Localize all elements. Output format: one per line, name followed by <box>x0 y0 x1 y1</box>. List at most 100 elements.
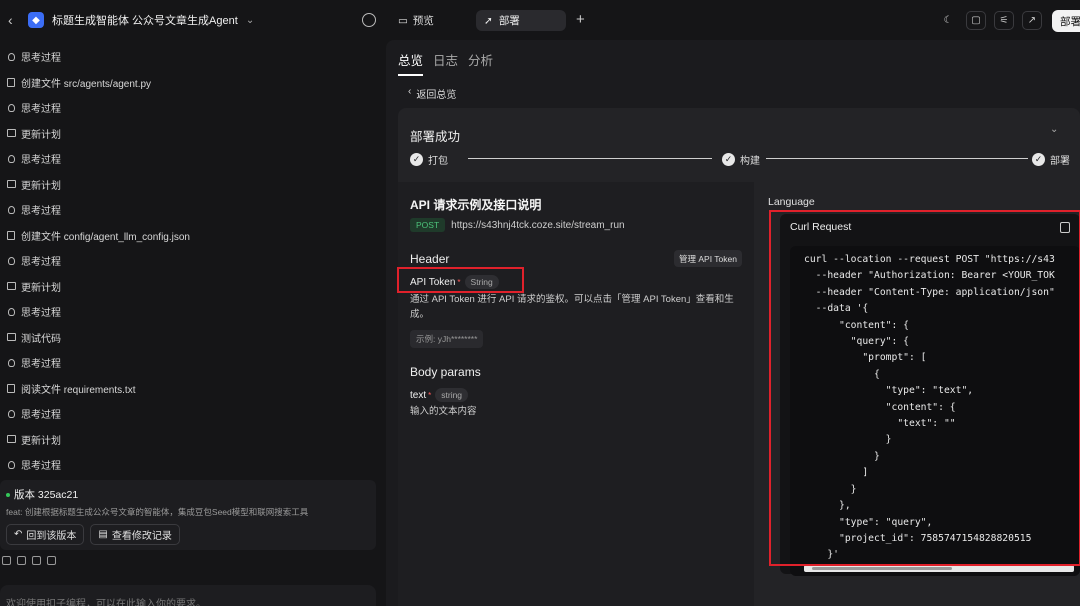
view-changes-button[interactable]: ▤ 查看修改记录 <box>90 524 180 545</box>
tab-overview[interactable]: 总览 <box>398 50 424 76</box>
open-external-icon[interactable]: ↗ <box>1022 11 1042 30</box>
theme-moon-icon[interactable]: ☾ <box>938 11 958 30</box>
chat-input[interactable]: 欢迎使用扣子编程，可以在此输入你的要求。 <box>0 585 376 606</box>
step-item[interactable]: 思考过程 <box>6 95 376 121</box>
version-card: 版本 325ac21 feat: 创建根据标题生成公众号文章的智能体，集成豆包S… <box>0 480 376 550</box>
scrollbar-thumb[interactable] <box>812 567 952 570</box>
rocket-icon: ➚ <box>484 14 493 27</box>
lightbulb-icon <box>6 256 16 266</box>
step-item[interactable]: 创建文件 src/agents/agent.py <box>6 70 376 96</box>
language-label: Language <box>768 196 815 208</box>
check-circle-icon: ✓ <box>1032 153 1045 166</box>
lightbulb-icon <box>6 205 16 215</box>
terminal-icon <box>6 332 16 342</box>
refresh-icon[interactable] <box>47 556 56 565</box>
step-label: 更新计划 <box>21 435 61 447</box>
back-arrow-icon[interactable]: ‹ <box>8 12 20 28</box>
back-to-overview-label: 返回总览 <box>416 90 457 101</box>
copy-icon[interactable] <box>32 556 41 565</box>
endpoint-row: POST https://s43hnj4tck.coze.site/stream… <box>410 218 625 232</box>
status-dot <box>6 492 10 497</box>
tab-deploy-label: 部署 <box>498 15 520 27</box>
progress-step-label: 构建 <box>740 156 760 167</box>
step-item[interactable]: 更新计划 <box>6 427 376 453</box>
agent-avatar-icon: ◆ <box>28 12 44 28</box>
manage-api-token-button[interactable]: 管理 API Token <box>674 250 742 267</box>
endpoint-url[interactable]: https://s43hnj4tck.coze.site/stream_run <box>451 220 624 231</box>
param-name: text <box>410 389 427 401</box>
add-tab-icon[interactable]: + <box>576 11 585 28</box>
lightbulb-icon <box>6 52 16 62</box>
rollback-label: 回到该版本 <box>26 531 77 542</box>
progress-step-label: 部署 <box>1050 156 1070 167</box>
step-item[interactable]: 思考过程 <box>6 401 376 427</box>
step-item[interactable]: 思考过程 <box>6 299 376 325</box>
step-item[interactable]: 思考过程 <box>6 452 376 478</box>
chat-panel: ‹ ◆ 标题生成智能体 公众号文章生成Agent ⌄ 思考过程创建文件 src/… <box>0 0 386 606</box>
progress-step-package: ✓ 打包 <box>410 152 452 167</box>
rollback-button[interactable]: ↶ 回到该版本 <box>6 524 85 545</box>
horizontal-scrollbar[interactable] <box>804 565 1074 572</box>
step-item[interactable]: 更新计划 <box>6 121 376 147</box>
step-label: 思考过程 <box>21 410 61 422</box>
step-item[interactable]: 思考过程 <box>6 44 376 70</box>
plan-icon <box>6 281 16 291</box>
progress-line <box>766 158 1030 159</box>
step-label: 思考过程 <box>21 308 61 320</box>
lightbulb-icon <box>6 154 16 164</box>
required-marker: * <box>428 390 432 400</box>
step-item[interactable]: 阅读文件 requirements.txt <box>6 376 376 402</box>
step-label: 思考过程 <box>21 206 61 218</box>
plan-icon <box>6 128 16 138</box>
step-item[interactable]: 思考过程 <box>6 350 376 376</box>
folder-icon[interactable]: ▢ <box>966 11 986 30</box>
body-params-title: Body params <box>410 365 481 379</box>
step-item[interactable]: 思考过程 <box>6 248 376 274</box>
tab-deploy[interactable]: ➚ 部署 <box>476 10 566 31</box>
thumbs-up-icon[interactable] <box>2 556 11 565</box>
header-section-title: Header <box>410 252 450 266</box>
view-changes-label: 查看修改记录 <box>111 531 172 542</box>
step-item[interactable]: 创建文件 config/agent_llm_config.json <box>6 223 376 249</box>
step-label: 思考过程 <box>21 155 61 167</box>
project-title[interactable]: 标题生成智能体 公众号文章生成Agent <box>52 12 238 28</box>
undo-icon: ↶ <box>14 529 23 540</box>
progress-line <box>468 158 712 159</box>
step-label: 更新计划 <box>21 282 61 294</box>
chevron-down-icon[interactable]: ⌄ <box>246 15 254 26</box>
thumbs-down-icon[interactable] <box>17 556 26 565</box>
collapse-chevron-icon[interactable]: ⌄ <box>1050 124 1058 135</box>
param-example: 示例: yJh******** <box>410 330 484 348</box>
file-icon <box>6 383 16 393</box>
step-label: 思考过程 <box>21 461 61 473</box>
check-circle-icon: ✓ <box>410 153 423 166</box>
history-icon[interactable] <box>362 13 376 27</box>
tab-preview-label: 预览 <box>412 15 434 27</box>
step-label: 测试代码 <box>21 333 61 345</box>
step-item[interactable]: 思考过程 <box>6 197 376 223</box>
progress-step-label: 打包 <box>428 156 448 167</box>
highlight-annotation-box <box>769 210 1080 566</box>
param-type-badge: string <box>435 388 469 402</box>
step-label: 思考过程 <box>21 257 61 269</box>
deploy-button[interactable]: 部署 <box>1052 10 1080 32</box>
version-title: 版本 325ac21 <box>6 487 370 502</box>
step-item[interactable]: 更新计划 <box>6 172 376 198</box>
step-item[interactable]: 思考过程 <box>6 146 376 172</box>
step-label: 创建文件 src/agents/agent.py <box>21 78 152 90</box>
back-to-overview-link[interactable]: ‹ 返回总览 <box>408 86 456 101</box>
step-item[interactable]: 更新计划 <box>6 274 376 300</box>
method-badge: POST <box>410 218 446 232</box>
step-label: 创建文件 config/agent_llm_config.json <box>21 231 190 243</box>
tab-analytics[interactable]: 分析 <box>468 50 493 76</box>
version-label: 版本 325ac21 <box>14 489 79 501</box>
settings-sliders-icon[interactable]: ⚟ <box>994 11 1014 30</box>
step-item[interactable]: 测试代码 <box>6 325 376 351</box>
tab-logs[interactable]: 日志 <box>433 50 458 76</box>
monitor-icon: ▭ <box>398 14 408 27</box>
top-bar: ▭ 预览 ➚ 部署 + ☾ ▢ ⚟ ↗ 部署 <box>386 0 1080 40</box>
tab-preview[interactable]: ▭ 预览 <box>392 10 440 31</box>
lightbulb-icon <box>6 460 16 470</box>
highlight-annotation-box <box>397 267 524 293</box>
step-label: 思考过程 <box>21 53 61 65</box>
